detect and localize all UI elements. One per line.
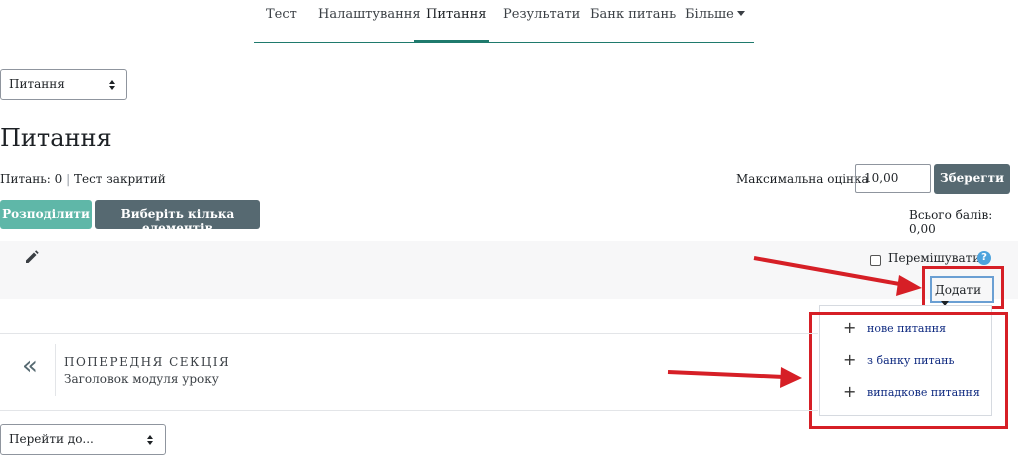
select-arrows-icon <box>147 435 154 445</box>
previous-section-title[interactable]: Заголовок модуля уроку <box>64 372 219 386</box>
jump-select-value: Перейти до... <box>9 432 94 446</box>
arrow-right-icon <box>667 367 802 388</box>
arrow-right-icon <box>753 256 922 296</box>
divider <box>55 344 56 396</box>
previous-section-kicker[interactable]: ПОПЕРЕДНЯ СЕКЦІЯ <box>64 355 230 369</box>
divider <box>0 410 818 411</box>
double-chevron-left-icon[interactable]: « <box>22 353 38 379</box>
jump-to-select[interactable]: Перейти до... <box>0 424 166 455</box>
annotation-arrows <box>667 256 922 388</box>
divider <box>0 333 818 334</box>
